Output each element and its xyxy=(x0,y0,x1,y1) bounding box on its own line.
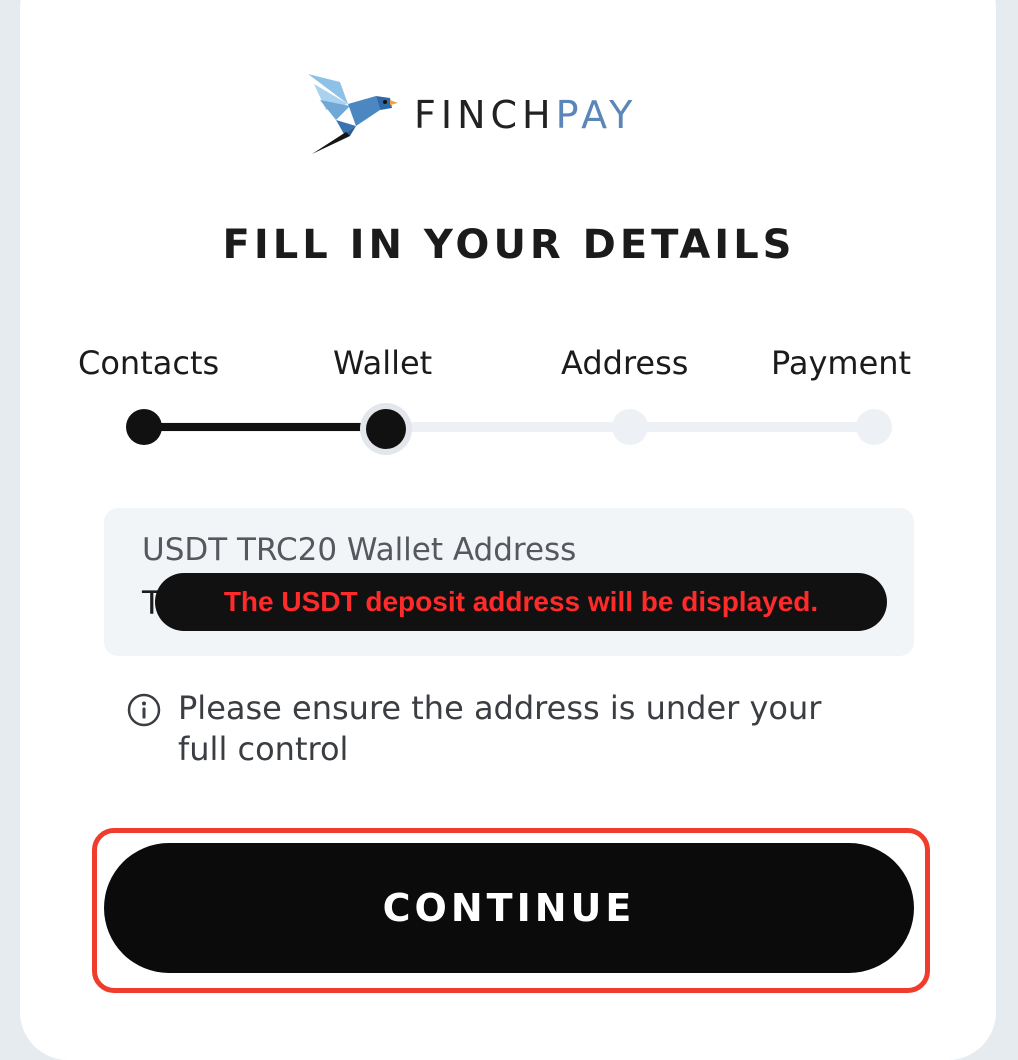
address-control-hint: Please ensure the address is under your … xyxy=(178,689,822,768)
step-dot-payment xyxy=(856,409,892,445)
finch-bird-icon xyxy=(308,74,398,154)
wallet-address-label: USDT TRC20 Wallet Address xyxy=(142,532,577,568)
step-label-contacts[interactable]: Contacts xyxy=(78,344,219,382)
step-dot-contacts[interactable] xyxy=(126,409,162,445)
continue-button[interactable]: CONTINUE xyxy=(104,843,914,973)
stepper-progress xyxy=(144,423,386,431)
step-label-payment: Payment xyxy=(771,344,912,382)
step-label-wallet[interactable]: Wallet xyxy=(333,344,432,382)
logo-text-finch: FINCH xyxy=(414,93,556,137)
info-icon xyxy=(127,693,161,727)
step-dot-address xyxy=(612,409,648,445)
logo-text-pay: PAY xyxy=(555,93,638,137)
step-dot-wallet[interactable] xyxy=(366,409,406,449)
step-label-address: Address xyxy=(561,344,689,382)
logo-wordmark: FINCHPAY xyxy=(414,96,637,134)
finchpay-logo: FINCHPAY xyxy=(306,70,726,160)
page-title: FILL IN YOUR DETAILS xyxy=(222,222,796,268)
deposit-address-annotation: The USDT deposit address will be display… xyxy=(155,573,887,631)
